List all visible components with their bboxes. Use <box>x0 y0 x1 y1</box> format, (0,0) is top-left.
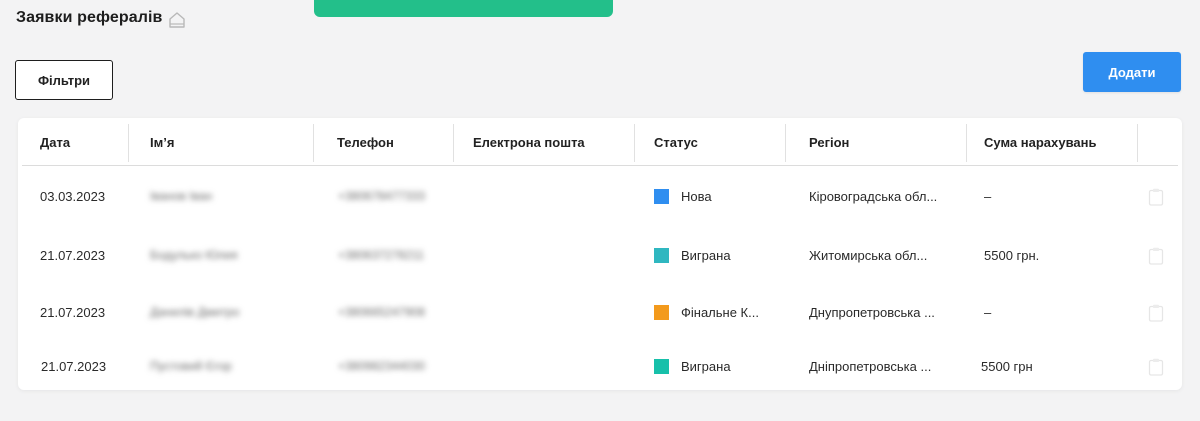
column-header-status[interactable]: Статус <box>654 118 698 166</box>
cell-region: Кіровоградська обл... <box>809 188 938 204</box>
cell-sum: – <box>984 188 992 204</box>
table-row[interactable]: 21.07.2023 Бодулько Юлия +380637278211 В… <box>18 235 1182 275</box>
notification-banner <box>314 0 613 17</box>
cell-name: Пустовий Єгор <box>150 359 232 373</box>
cell-phone: +380665247908 <box>338 305 426 319</box>
cell-status: Виграна <box>654 235 731 275</box>
column-header-date[interactable]: Дата <box>40 118 70 166</box>
column-divider[interactable] <box>128 124 129 162</box>
column-divider[interactable] <box>453 124 454 162</box>
clipboard-icon[interactable] <box>1148 188 1164 206</box>
cell-name: Данилів Дмитро <box>150 305 240 319</box>
status-color-indicator <box>654 358 669 374</box>
table-row[interactable]: 03.03.2023 Іванов Іван +380678477333 Нов… <box>18 176 1182 216</box>
cell-region: Днупропетровська ... <box>809 304 935 320</box>
clipboard-icon[interactable] <box>1148 247 1164 265</box>
column-divider[interactable] <box>634 124 635 162</box>
cell-status: Нова <box>654 176 712 216</box>
page-title: Заявки рефералів <box>16 9 163 26</box>
status-color-indicator <box>654 304 669 320</box>
status-color-indicator <box>654 188 669 204</box>
clipboard-icon[interactable] <box>1148 304 1164 322</box>
cell-status: Виграна <box>654 346 731 386</box>
cell-phone: +380637278211 <box>338 248 425 262</box>
column-header-phone[interactable]: Телефон <box>337 118 394 166</box>
cell-date: 21.07.2023 <box>41 358 107 374</box>
add-button[interactable]: Додати <box>1083 52 1181 92</box>
cell-date: 03.03.2023 <box>40 188 106 204</box>
status-color-indicator <box>654 247 669 263</box>
cell-phone: +380678477333 <box>338 189 426 203</box>
table-row[interactable]: 21.07.2023 Данилів Дмитро +380665247908 … <box>18 292 1182 332</box>
cell-phone: +380982344030 <box>338 359 426 373</box>
cell-date: 21.07.2023 <box>40 247 106 263</box>
column-header-name[interactable]: Ім’я <box>150 118 174 166</box>
table-row[interactable]: 21.07.2023 Пустовий Єгор +380982344030 В… <box>18 346 1182 386</box>
cell-name: Бодулько Юлия <box>150 248 238 262</box>
referrals-table: Дата Ім’я Телефон Електрона пошта Статус… <box>18 118 1182 390</box>
status-label: Фінальне К... <box>681 304 759 320</box>
cell-sum: 5500 грн. <box>984 247 1040 263</box>
cell-sum: 5500 грн <box>981 358 1033 374</box>
column-header-region[interactable]: Регіон <box>809 118 849 166</box>
column-divider[interactable] <box>1137 124 1138 162</box>
cell-region: Житомирська обл... <box>809 247 928 263</box>
cell-region: Дніпропетровська ... <box>809 358 932 374</box>
column-divider[interactable] <box>966 124 967 162</box>
table-header: Дата Ім’я Телефон Електрона пошта Статус… <box>22 118 1178 166</box>
filters-button[interactable]: Фільтри <box>15 60 113 100</box>
cell-date: 21.07.2023 <box>40 304 106 320</box>
column-header-email[interactable]: Електрона пошта <box>473 118 585 166</box>
clipboard-icon[interactable] <box>1148 358 1164 376</box>
column-divider[interactable] <box>313 124 314 162</box>
status-label: Виграна <box>681 247 731 263</box>
column-header-sum[interactable]: Сума нарахувань <box>984 118 1097 166</box>
status-label: Нова <box>681 188 712 204</box>
column-divider[interactable] <box>785 124 786 162</box>
home-icon[interactable] <box>167 10 187 30</box>
status-label: Виграна <box>681 358 731 374</box>
cell-sum: – <box>984 304 992 320</box>
cell-name: Іванов Іван <box>150 189 213 203</box>
cell-status: Фінальне К... <box>654 292 759 332</box>
